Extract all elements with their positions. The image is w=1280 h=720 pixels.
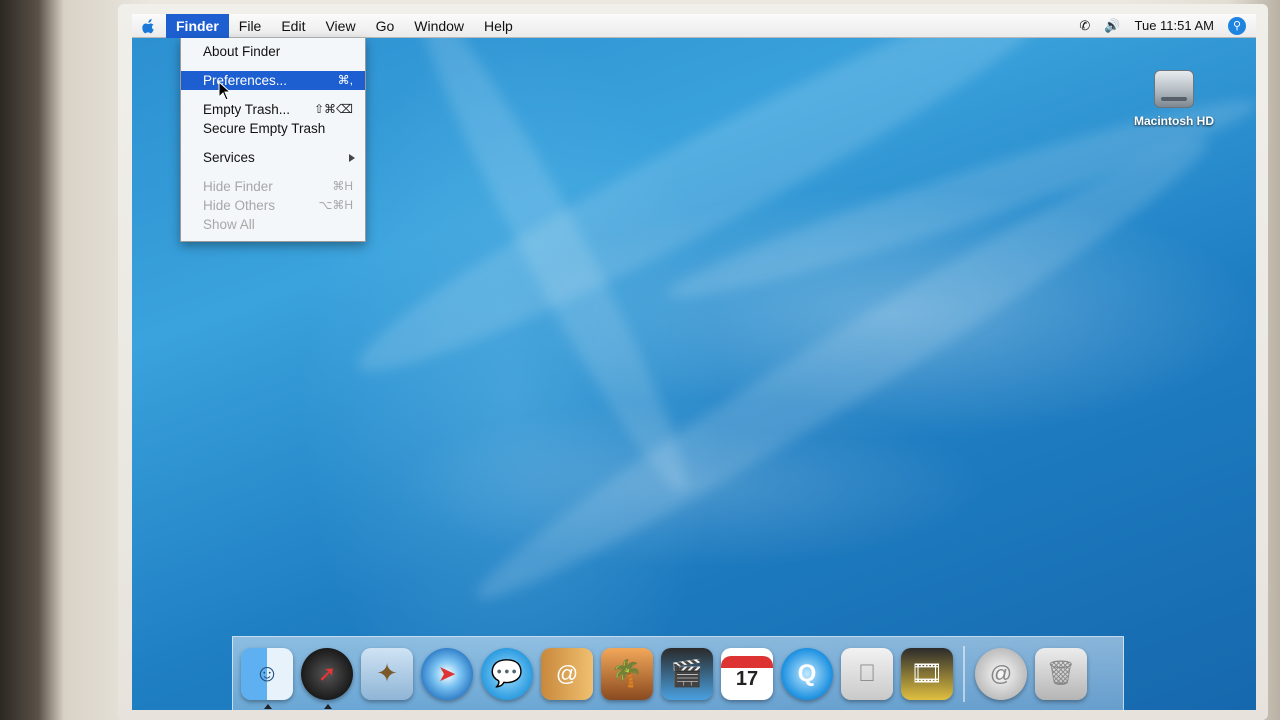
phone-icon[interactable]: ✆	[1079, 18, 1090, 34]
system-preferences-icon[interactable]: 	[841, 647, 893, 700]
downloads-icon[interactable]: @	[975, 647, 1027, 700]
menu-view[interactable]: View	[315, 14, 365, 38]
hard-drive-icon	[1154, 70, 1194, 108]
ical-header	[721, 656, 773, 668]
desktop-screen: Finder File Edit View Go Window Help ✆ 🔊…	[132, 14, 1256, 710]
menu-finder[interactable]: Finder	[166, 14, 229, 38]
menu-window[interactable]: Window	[404, 14, 474, 38]
safari-icon[interactable]: ➤	[421, 647, 473, 700]
running-indicator	[324, 703, 332, 709]
running-indicator	[264, 703, 272, 709]
dock-divider	[963, 645, 965, 702]
desktop-icon-label: Macintosh HD	[1133, 114, 1214, 128]
address-book-icon[interactable]: @	[541, 647, 593, 700]
clock[interactable]: Tue 11:51 AM	[1135, 18, 1215, 33]
idvd-icon[interactable]: 🎞	[901, 647, 953, 700]
menu-item-label: Secure Empty Trash	[203, 121, 326, 136]
finder-menu: About Finder Preferences... ⌘, Empty Tra…	[180, 38, 366, 242]
menu-bar: Finder File Edit View Go Window Help ✆ 🔊…	[132, 14, 1256, 38]
ical-icon[interactable]: 17	[721, 647, 773, 700]
menu-item-label: Hide Others	[203, 198, 276, 213]
dock: ☺ ➚ ✦ ➤ 💬 @ 🌴 🎬 17 Q 	[232, 636, 1124, 710]
menu-item-empty-trash[interactable]: Empty Trash... ⇧⌘⌫	[181, 100, 365, 119]
apple-menu-icon[interactable]	[132, 14, 166, 38]
menu-item-shortcut: ⇧⌘⌫	[313, 102, 353, 116]
menu-separator	[181, 61, 365, 71]
menu-separator	[181, 138, 365, 148]
menu-help[interactable]: Help	[474, 14, 523, 38]
menu-item-shortcut: ⌘,	[337, 73, 353, 87]
finder-icon[interactable]: ☺	[241, 647, 293, 709]
wallpaper-streak	[394, 14, 710, 506]
menu-item-shortcut: ⌘H	[332, 179, 353, 193]
menu-item-label: About Finder	[203, 44, 281, 59]
menu-item-show-all: Show All	[181, 215, 365, 234]
menu-file[interactable]: File	[229, 14, 272, 38]
mouse-cursor-icon	[218, 81, 232, 101]
menu-item-hide-finder: Hide Finder ⌘H	[181, 177, 365, 196]
menu-item-services[interactable]: Services	[181, 148, 365, 167]
imovie-icon[interactable]: 🎬	[661, 647, 713, 700]
menu-separator	[181, 90, 365, 100]
ical-date: 17	[735, 668, 759, 690]
menu-item-label: Services	[203, 150, 255, 165]
menu-item-label: Hide Finder	[203, 179, 273, 194]
quicktime-icon[interactable]: Q	[781, 647, 833, 700]
menu-item-about-finder[interactable]: About Finder	[181, 42, 365, 61]
menu-item-label: Show All	[203, 217, 255, 232]
trash-icon[interactable]: 🗑	[1035, 647, 1087, 700]
iphoto-icon[interactable]: 🌴	[601, 647, 653, 700]
mail-icon[interactable]: ✦	[361, 647, 413, 700]
menu-go[interactable]: Go	[366, 14, 405, 38]
spotlight-icon[interactable]: ⚲	[1228, 16, 1246, 35]
macintosh-hd-desktop-icon[interactable]: Macintosh HD	[1124, 70, 1224, 128]
menu-item-label: Empty Trash...	[203, 102, 291, 117]
wallpaper-streak	[458, 111, 1226, 627]
menu-extras: ✆ 🔊 Tue 11:51 AM ⚲	[1079, 16, 1256, 35]
dashboard-icon[interactable]: ➚	[301, 647, 353, 709]
submenu-arrow-icon	[349, 154, 355, 162]
menu-item-label: Preferences...	[203, 73, 288, 88]
menu-separator	[181, 167, 365, 177]
menu-item-shortcut: ⌥⌘H	[318, 198, 354, 212]
menu-edit[interactable]: Edit	[271, 14, 315, 38]
menu-item-secure-empty-trash[interactable]: Secure Empty Trash	[181, 119, 365, 138]
volume-icon[interactable]: 🔊	[1104, 18, 1120, 34]
ichat-icon[interactable]: 💬	[481, 647, 533, 700]
menu-item-hide-others: Hide Others ⌥⌘H	[181, 196, 365, 215]
menu-item-preferences[interactable]: Preferences... ⌘,	[181, 71, 365, 90]
